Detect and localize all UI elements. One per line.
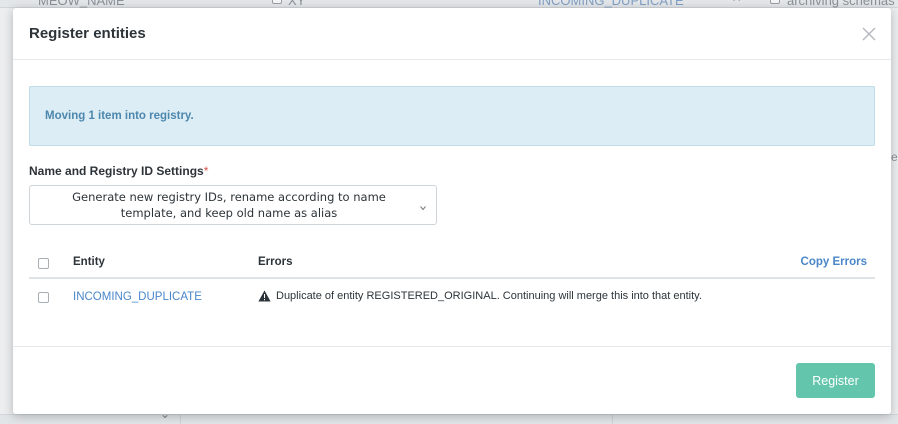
error-message: Duplicate of entity REGISTERED_ORIGINAL.… <box>258 290 702 302</box>
background-close-icon: × <box>732 0 741 8</box>
background-cell: XY <box>288 0 306 8</box>
settings-label: Name and Registry ID Settings* <box>29 164 208 178</box>
info-notice: Moving 1 item into registry. <box>29 86 875 146</box>
entity-link[interactable]: INCOMING_DUPLICATE <box>73 291 202 303</box>
dialog-footer: Register <box>13 346 891 414</box>
background-side-text: es <box>891 150 898 164</box>
column-header-entity: Entity <box>73 256 105 268</box>
table-row: INCOMING_DUPLICATE Duplicate of entity R… <box>29 281 875 313</box>
background-footer <box>0 414 898 424</box>
select-all-checkbox[interactable] <box>38 258 49 269</box>
copy-errors-button[interactable]: Copy Errors <box>801 256 867 268</box>
close-icon[interactable] <box>861 26 877 42</box>
background-header <box>0 0 898 8</box>
background-link: INCOMING_DUPLICATE <box>538 0 684 8</box>
select-value: Generate new registry IDs, rename accord… <box>72 190 386 220</box>
background-checkbox-label: archiving schemas <box>787 0 895 8</box>
register-entities-dialog: Register entities Moving 1 item into reg… <box>13 8 891 414</box>
background-icon <box>272 0 282 4</box>
column-header-errors: Errors <box>258 256 293 268</box>
error-text: Duplicate of entity REGISTERED_ORIGINAL.… <box>276 290 702 302</box>
chevron-down-icon <box>418 200 428 211</box>
dialog-header: Register entities <box>13 8 891 60</box>
background-cell: MEOW_NAME <box>38 0 125 8</box>
warning-icon <box>258 290 271 302</box>
table-header: Entity Errors Copy Errors <box>29 251 875 279</box>
settings-label-text: Name and Registry ID Settings <box>29 164 204 178</box>
background-divider <box>612 414 613 424</box>
background-divider <box>180 414 181 424</box>
background-checkbox <box>770 0 780 4</box>
registry-settings-select[interactable]: Generate new registry IDs, rename accord… <box>29 185 437 225</box>
required-mark: * <box>203 164 209 178</box>
row-checkbox[interactable] <box>38 292 49 303</box>
dialog-title: Register entities <box>29 25 146 42</box>
register-button[interactable]: Register <box>796 363 875 398</box>
